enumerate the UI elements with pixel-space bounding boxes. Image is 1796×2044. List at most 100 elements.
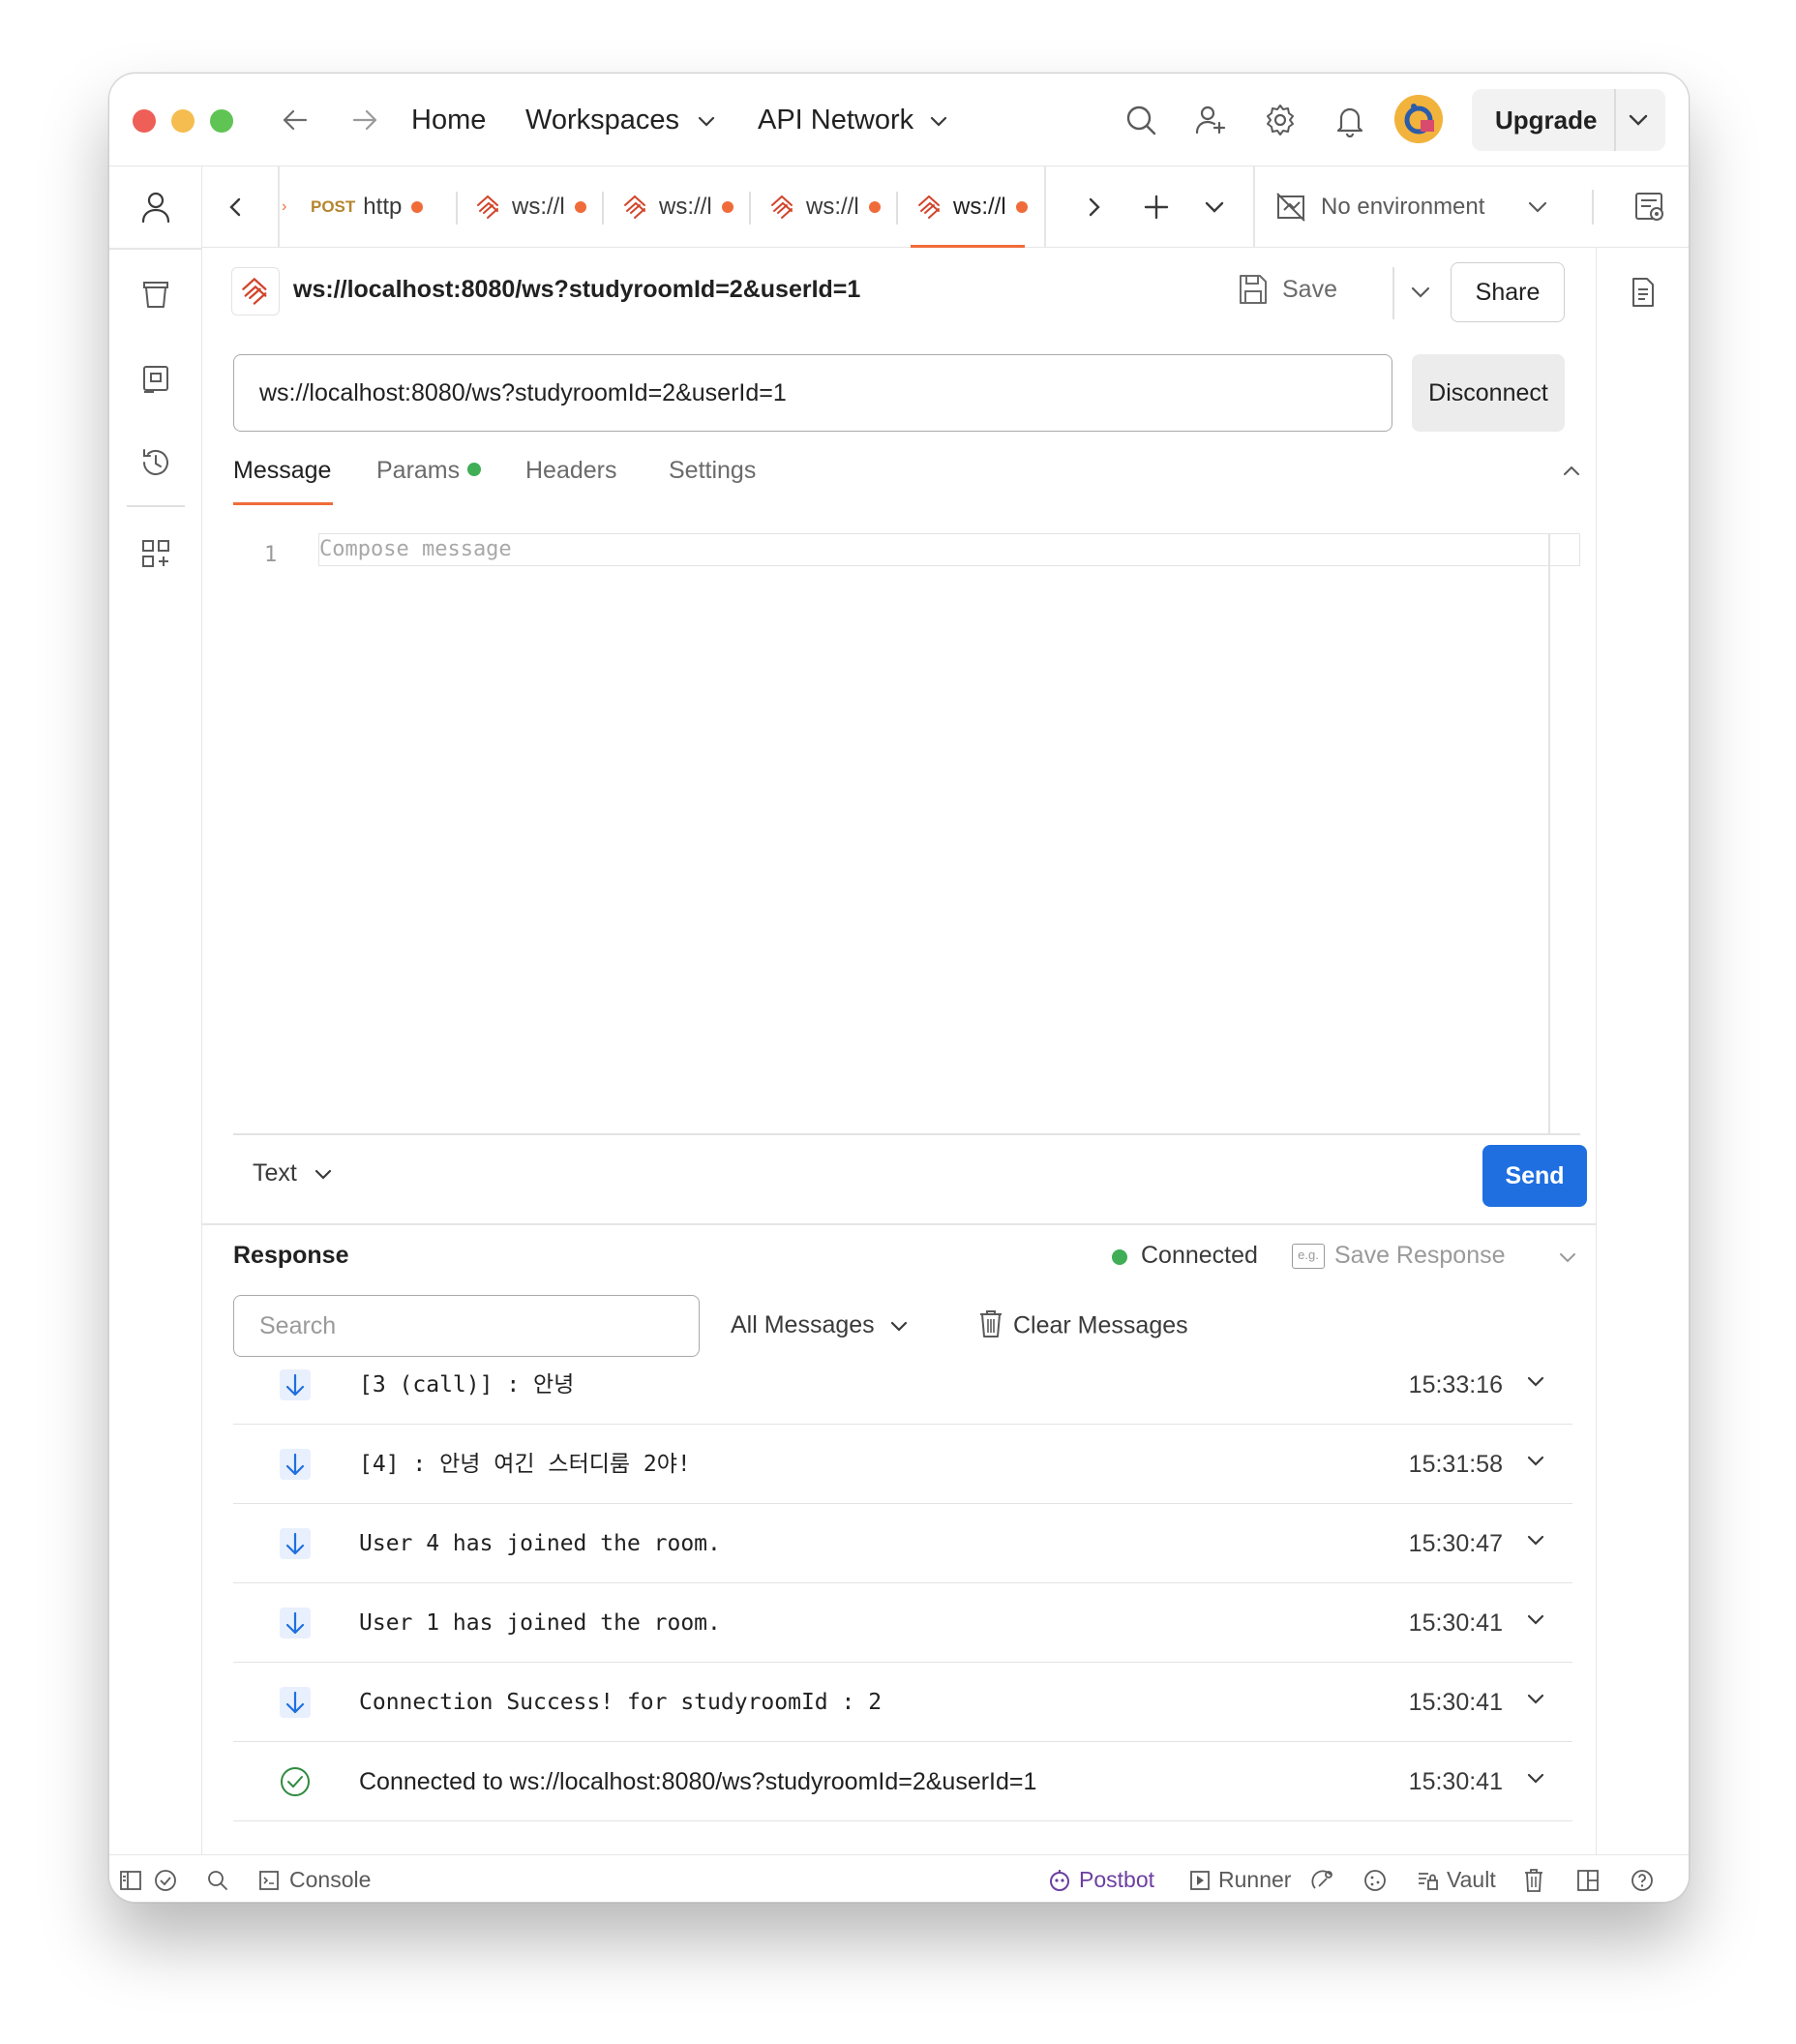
zoom-window-button[interactable] bbox=[210, 109, 233, 133]
tabs-menu-chevron-down-icon[interactable] bbox=[1199, 194, 1230, 221]
message-editor[interactable]: 1 Compose message bbox=[233, 533, 1580, 1133]
message-row[interactable]: Connected to ws://localhost:8080/ws?stud… bbox=[233, 1742, 1572, 1821]
incoming-arrow-icon bbox=[280, 1369, 311, 1400]
unsaved-dot bbox=[574, 201, 586, 213]
environment-label: No environment bbox=[1321, 194, 1485, 220]
toggle-sidebar-icon[interactable] bbox=[117, 1867, 144, 1894]
tab-websocket-active[interactable]: ws://l bbox=[916, 166, 1028, 248]
trash-icon[interactable] bbox=[1520, 1867, 1547, 1894]
upgrade-button[interactable]: Upgrade bbox=[1472, 89, 1665, 151]
message-text: User 4 has joined the room. bbox=[359, 1531, 721, 1556]
message-row[interactable]: [3 (call)] : 안녕 15:33:16 bbox=[233, 1345, 1572, 1425]
environment-quick-look-icon[interactable] bbox=[1632, 190, 1667, 225]
message-filter-dropdown[interactable]: All Messages bbox=[731, 1311, 909, 1339]
message-text: Connection Success! for studyroomId : 2 bbox=[359, 1690, 883, 1715]
forward-arrow-icon[interactable] bbox=[347, 103, 382, 137]
websocket-icon bbox=[918, 195, 940, 219]
collections-trash-icon[interactable] bbox=[136, 275, 175, 314]
expand-chevron-down-icon[interactable] bbox=[1526, 1771, 1545, 1785]
message-format-dropdown[interactable]: Text bbox=[253, 1144, 333, 1202]
bell-icon[interactable] bbox=[1331, 101, 1369, 139]
message-row[interactable]: User 4 has joined the room. 15:30:47 bbox=[233, 1504, 1572, 1583]
postbot-button[interactable]: Postbot bbox=[1079, 1855, 1154, 1902]
disconnect-button[interactable]: Disconnect bbox=[1412, 354, 1565, 432]
console-button[interactable]: Console bbox=[289, 1855, 371, 1902]
invite-user-icon[interactable] bbox=[1191, 101, 1230, 139]
environments-icon[interactable] bbox=[136, 360, 175, 399]
chevron-down-icon bbox=[890, 1322, 907, 1332]
gear-icon[interactable] bbox=[1261, 101, 1300, 139]
message-time: 15:30:41 bbox=[1408, 1689, 1503, 1716]
cookies-icon[interactable] bbox=[1362, 1867, 1389, 1894]
capture-requests-icon[interactable] bbox=[1309, 1867, 1336, 1894]
new-tab-plus-icon[interactable] bbox=[1139, 190, 1174, 225]
documentation-icon[interactable] bbox=[1626, 275, 1661, 310]
no-environment-icon bbox=[1276, 193, 1305, 222]
message-row[interactable]: [4] : 안녕 여긴 스터디룸 2야! 15:31:58 bbox=[233, 1425, 1572, 1504]
message-row[interactable]: Connection Success! for studyroomId : 2 1… bbox=[233, 1663, 1572, 1742]
nav-api-network-label: API Network bbox=[758, 105, 914, 135]
search-icon[interactable] bbox=[1122, 101, 1160, 139]
request-title[interactable]: ws://localhost:8080/ws?studyroomId=2&use… bbox=[293, 276, 860, 304]
tab-headers[interactable]: Headers bbox=[525, 449, 617, 492]
environment-selector[interactable]: No environment bbox=[1274, 166, 1584, 248]
expand-chevron-down-icon[interactable] bbox=[1526, 1612, 1545, 1626]
tabs-scroll-right-icon[interactable] bbox=[1079, 192, 1110, 223]
tab-message[interactable]: Message bbox=[233, 449, 331, 492]
clear-messages-button[interactable]: Clear Messages bbox=[978, 1310, 1188, 1342]
find-icon[interactable] bbox=[204, 1867, 231, 1894]
tab-partial[interactable]: › bbox=[282, 166, 286, 248]
tab-label: http bbox=[363, 194, 403, 220]
expand-chevron-down-icon[interactable] bbox=[1526, 1533, 1545, 1547]
tab-params[interactable]: Params bbox=[376, 449, 482, 492]
url-input[interactable]: ws://localhost:8080/ws?studyroomId=2&use… bbox=[233, 354, 1392, 432]
tab-websocket-3[interactable]: ws://l bbox=[769, 166, 881, 248]
connected-status-dot bbox=[1112, 1249, 1127, 1265]
user-icon[interactable] bbox=[136, 188, 175, 226]
message-time: 15:30:41 bbox=[1408, 1768, 1503, 1795]
minimize-window-button[interactable] bbox=[171, 109, 195, 133]
nav-workspaces[interactable]: Workspaces bbox=[525, 99, 716, 141]
nav-api-network[interactable]: API Network bbox=[758, 99, 948, 141]
chevron-down-icon bbox=[1529, 201, 1547, 213]
save-response-icon: e.g. bbox=[1292, 1244, 1325, 1269]
expand-chevron-down-icon[interactable] bbox=[1526, 1374, 1545, 1388]
vault-button[interactable]: Vault bbox=[1447, 1855, 1496, 1902]
expand-chevron-down-icon[interactable] bbox=[1526, 1454, 1545, 1467]
tab-websocket-1[interactable]: ws://l bbox=[475, 166, 586, 248]
runner-button[interactable]: Runner bbox=[1218, 1855, 1291, 1902]
message-row[interactable]: User 1 has joined the room. 15:30:41 bbox=[233, 1583, 1572, 1663]
tab-label: ws://l bbox=[806, 194, 859, 220]
help-icon[interactable] bbox=[1629, 1867, 1656, 1894]
unsaved-dot bbox=[411, 201, 424, 213]
compose-message-input[interactable]: Compose message bbox=[318, 533, 1580, 566]
layout-pane-icon[interactable] bbox=[1574, 1867, 1601, 1894]
response-options-chevron-down-icon[interactable] bbox=[1555, 1248, 1580, 1268]
left-sidebar bbox=[109, 166, 202, 1854]
back-arrow-icon[interactable] bbox=[278, 103, 313, 137]
message-filter-label: All Messages bbox=[731, 1311, 875, 1338]
share-button[interactable]: Share bbox=[1451, 262, 1565, 322]
apps-grid-icon[interactable] bbox=[136, 534, 175, 573]
connection-status: Connected bbox=[1141, 1242, 1258, 1269]
expand-chevron-down-icon[interactable] bbox=[1526, 1692, 1545, 1705]
tab-websocket-2[interactable]: ws://l bbox=[622, 166, 733, 248]
tab-post-request[interactable]: POST http bbox=[311, 166, 424, 248]
send-button[interactable]: Send bbox=[1482, 1145, 1587, 1207]
history-icon[interactable] bbox=[136, 443, 175, 482]
save-response-button[interactable]: Save Response bbox=[1334, 1242, 1506, 1270]
close-window-button[interactable] bbox=[133, 109, 156, 133]
nav-home[interactable]: Home bbox=[411, 99, 486, 141]
tab-label: ws://l bbox=[953, 194, 1006, 220]
tab-settings[interactable]: Settings bbox=[669, 449, 756, 492]
save-options-chevron-down-icon[interactable] bbox=[1406, 281, 1435, 304]
unsaved-dot bbox=[721, 201, 733, 213]
editor-scrollbar-track[interactable] bbox=[1548, 533, 1550, 1133]
tab-divider bbox=[1044, 166, 1046, 248]
tabs-scroll-left-icon[interactable] bbox=[220, 192, 251, 223]
chevron-down-icon[interactable] bbox=[1628, 113, 1649, 127]
save-label[interactable]: Save bbox=[1282, 276, 1337, 304]
avatar[interactable] bbox=[1394, 95, 1443, 143]
collapse-chevron-up-icon[interactable] bbox=[1559, 461, 1584, 480]
online-status-icon[interactable] bbox=[152, 1867, 179, 1894]
